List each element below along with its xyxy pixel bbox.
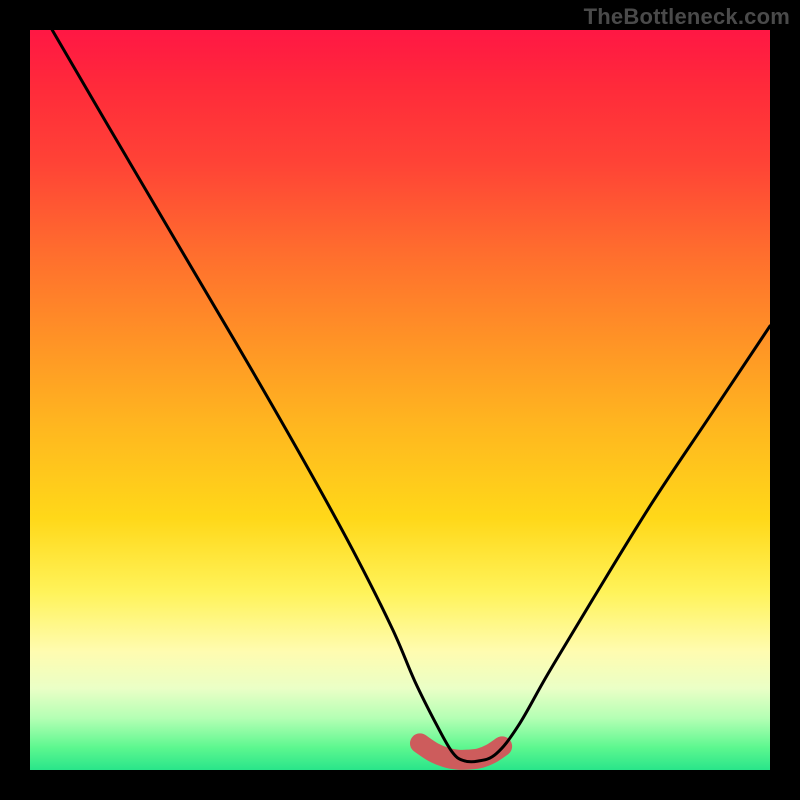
- plot-area: [30, 30, 770, 770]
- curve-svg: [30, 30, 770, 770]
- bottleneck-curve: [52, 30, 770, 762]
- chart-container: TheBottleneck.com: [0, 0, 800, 800]
- attribution-text: TheBottleneck.com: [584, 4, 790, 30]
